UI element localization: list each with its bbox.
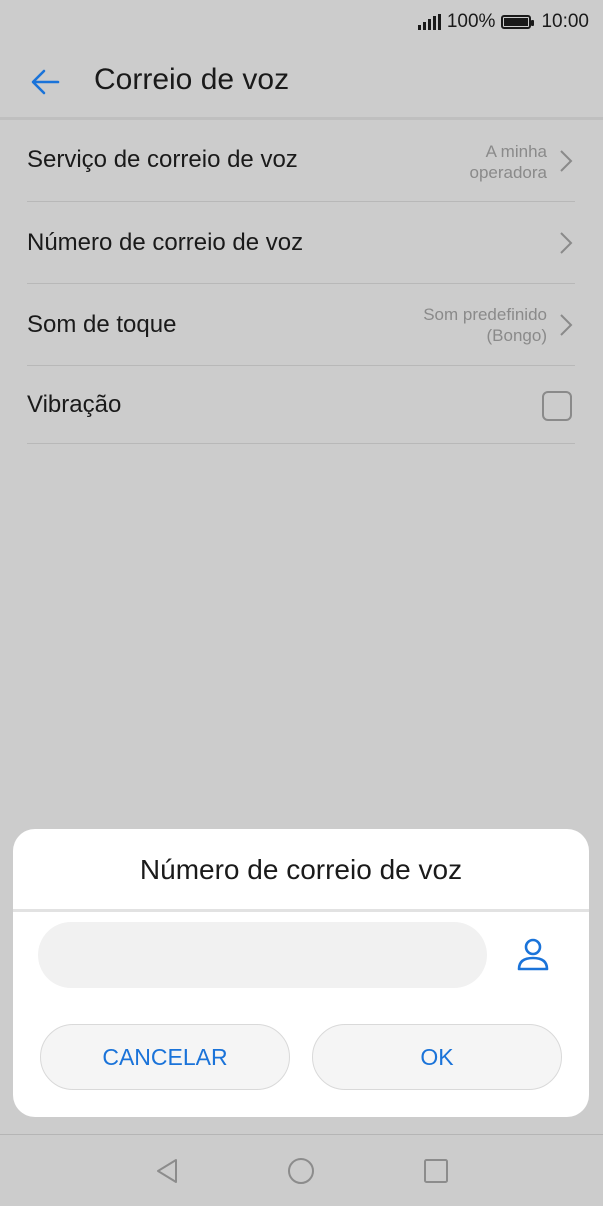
setting-label: Serviço de correio de voz: [27, 146, 298, 173]
battery-percent: 100%: [446, 11, 496, 32]
settings-list: Serviço de correio de voz A minha operad…: [27, 120, 575, 444]
contact-icon[interactable]: [513, 935, 553, 975]
setting-ringtone[interactable]: Som de toque Som predefinido (Bongo): [27, 284, 575, 366]
nav-divider: [0, 1134, 603, 1135]
status-bar: 100% 10:00: [0, 0, 603, 44]
nav-home-icon[interactable]: [286, 1156, 316, 1186]
ok-button[interactable]: OK: [312, 1024, 562, 1090]
voicemail-number-input[interactable]: [38, 922, 487, 988]
battery-icon: [501, 15, 535, 29]
dialog-title: Número de correio de voz: [139, 854, 463, 885]
status-indicators: 100% 10:00: [417, 10, 589, 34]
dialog-divider: [13, 909, 589, 912]
setting-label: Vibração: [27, 391, 122, 418]
back-arrow-icon[interactable]: [24, 60, 68, 104]
chevron-right-icon: [560, 314, 573, 336]
setting-label: Número de correio de voz: [27, 229, 304, 256]
setting-vibration[interactable]: Vibração: [27, 366, 575, 444]
cancel-button[interactable]: CANCELAR: [40, 1024, 290, 1090]
setting-value: A minha operadora: [469, 142, 547, 182]
app-bar: Correio de voz: [0, 44, 603, 118]
vibration-checkbox[interactable]: [542, 391, 572, 421]
page-title: Correio de voz: [94, 63, 290, 96]
signal-icon: [417, 14, 441, 30]
nav-back-icon[interactable]: [152, 1156, 182, 1186]
setting-voicemail-service[interactable]: Serviço de correio de voz A minha operad…: [27, 120, 575, 202]
clock: 10:00: [541, 11, 589, 32]
setting-value: Som predefinido (Bongo): [423, 305, 547, 345]
chevron-right-icon: [560, 232, 573, 254]
chevron-right-icon: [560, 150, 573, 172]
navigation-bar: [0, 1134, 603, 1206]
nav-recents-icon[interactable]: [421, 1156, 451, 1186]
voicemail-number-dialog: Número de correio de voz CANCELAR OK: [13, 829, 589, 1117]
setting-voicemail-number[interactable]: Número de correio de voz: [27, 202, 575, 284]
setting-label: Som de toque: [27, 311, 177, 338]
